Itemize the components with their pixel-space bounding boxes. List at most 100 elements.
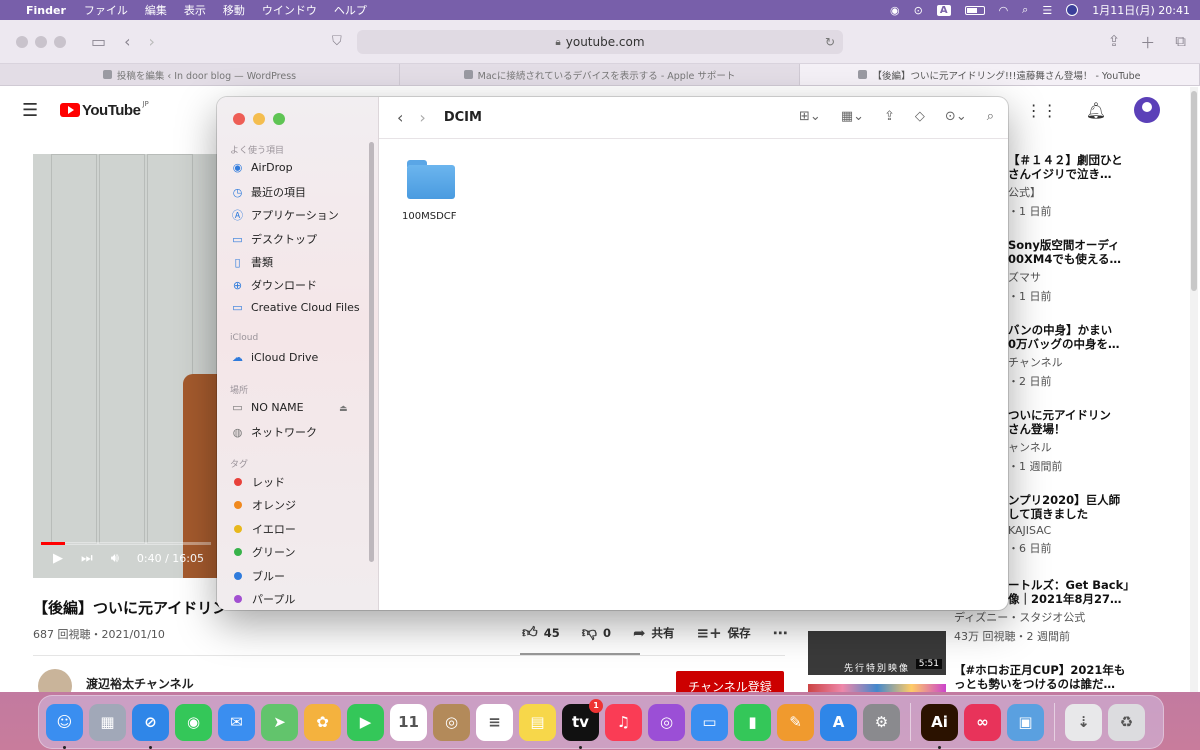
related-video-item[interactable]: Sony版空間オーディ 00XM4でも使える… ズマサ ・1 日前: [1008, 238, 1168, 304]
wifi-icon[interactable]: ◠: [999, 4, 1009, 17]
dock-notes-icon[interactable]: ▤: [519, 703, 556, 741]
creative-cloud-status-icon[interactable]: ◉: [890, 4, 900, 17]
dock-keynote-icon[interactable]: ▭: [691, 703, 728, 741]
tag-icon[interactable]: ◇: [915, 109, 925, 124]
dock-facetime-icon[interactable]: ▶: [347, 703, 384, 741]
dock-finder-icon[interactable]: ☺: [46, 703, 83, 749]
screen-record-icon[interactable]: ⊙: [914, 4, 923, 17]
finder-minimize-button[interactable]: [253, 113, 265, 125]
finder-search-icon[interactable]: ⌕: [987, 109, 994, 124]
sidebar-item-downloads[interactable]: ⊕ ダウンロード: [231, 277, 317, 293]
folder-name[interactable]: 100MSDCF: [402, 211, 457, 222]
new-tab-icon[interactable]: ＋: [1140, 32, 1155, 53]
dislike-button[interactable]: 👎︎ 0: [582, 623, 611, 642]
tab-overview-icon[interactable]: ⧉: [1175, 32, 1186, 53]
sidebar-item-desktop[interactable]: ▭ デスクトップ: [231, 231, 317, 247]
next-icon[interactable]: ⏭: [81, 551, 93, 566]
sidebar-item-documents[interactable]: ▯ 書類: [231, 254, 273, 270]
menu-help[interactable]: ヘルプ: [334, 2, 367, 18]
sidebar-tag-orange[interactable]: オレンジ: [231, 497, 296, 513]
finder-back-icon[interactable]: ‹: [397, 108, 403, 127]
sidebar-toggle-icon[interactable]: ▭: [91, 32, 106, 51]
sidebar-item-creative-cloud[interactable]: ▭ Creative Cloud Files: [231, 301, 359, 314]
address-bar[interactable]: 🔒︎ youtube.com ↻: [357, 30, 843, 54]
user-avatar-icon[interactable]: [1066, 4, 1079, 16]
menu-window[interactable]: ウインドウ: [262, 2, 317, 18]
volume-icon[interactable]: 🔊︎: [111, 551, 119, 566]
sidebar-tag-purple[interactable]: パープル: [231, 591, 295, 607]
related-video-item[interactable]: 【＃１４２】劇団ひと さんイジリで泣き… 公式】 ・1 日前: [1008, 153, 1168, 219]
related-video-item[interactable]: 【#ホロお正月CUP】2021年も っとも勢いをつけるのは誰だ…: [954, 663, 1169, 691]
sidebar-item-applications[interactable]: Ⓐ アプリケーション: [231, 207, 339, 223]
like-button[interactable]: 👍︎ 45: [522, 623, 560, 642]
dock-mail-icon[interactable]: ✉: [218, 703, 255, 741]
dock-preview-icon[interactable]: ▣: [1007, 703, 1044, 741]
sidebar-tag-green[interactable]: グリーン: [231, 544, 295, 560]
menu-view[interactable]: 表示: [184, 2, 206, 18]
control-center-icon[interactable]: ☰: [1042, 4, 1052, 17]
dock-app-store-icon[interactable]: A: [820, 703, 857, 741]
menu-hamburger-icon[interactable]: ☰: [22, 100, 60, 121]
dock-contacts-icon[interactable]: ◎: [433, 703, 470, 741]
input-source-indicator[interactable]: A: [936, 4, 951, 16]
channel-avatar[interactable]: [38, 669, 72, 692]
sidebar-scrollbar[interactable]: [369, 142, 374, 562]
video-player[interactable]: ▶ ⏭ 🔊︎ 0:40 / 16:05: [33, 154, 218, 578]
related-video-item[interactable]: ついに元アイドリン さん登場！ ャンネル ・1 週間前: [1008, 408, 1168, 474]
dock-numbers-icon[interactable]: ▮: [734, 703, 771, 741]
tab-apple-support[interactable]: Macに接続されているデバイスを表示する - Apple サポート: [400, 64, 800, 85]
sidebar-tag-yellow[interactable]: イエロー: [231, 521, 296, 537]
menu-file[interactable]: ファイル: [84, 2, 128, 18]
finder-zoom-button[interactable]: [273, 113, 285, 125]
dock-launchpad-icon[interactable]: ▦: [89, 703, 126, 741]
eject-icon[interactable]: ⏏: [339, 404, 348, 414]
play-icon[interactable]: ▶: [53, 551, 63, 566]
back-icon[interactable]: ‹: [124, 32, 130, 51]
subscribe-button[interactable]: チャンネル登録: [676, 671, 784, 692]
minimize-button[interactable]: [35, 35, 47, 48]
forward-icon[interactable]: ›: [149, 32, 155, 51]
share-button[interactable]: ➦ 共有: [633, 624, 675, 642]
dock-trash-icon[interactable]: ♻: [1108, 703, 1145, 741]
action-menu-icon[interactable]: ⊙⌄: [945, 109, 967, 124]
finder-close-button[interactable]: [233, 113, 245, 125]
share-icon[interactable]: ⇪: [1108, 32, 1121, 53]
dock-calendar-icon[interactable]: 11: [390, 703, 427, 741]
sidebar-item-airdrop[interactable]: ◉ AirDrop: [231, 161, 293, 174]
menu-app-name[interactable]: Finder: [26, 4, 66, 17]
related-video-item[interactable]: バンの中身】かまい 0万バッグの中身を… チャンネル ・2 日前: [1008, 323, 1168, 389]
tab-wordpress[interactable]: 投稿を編集 ‹ In door blog — WordPress: [0, 64, 400, 85]
dock-creative-cloud-icon[interactable]: ∞: [964, 703, 1001, 741]
menu-go[interactable]: 移動: [223, 2, 245, 18]
dock-safari-icon[interactable]: ⊘: [132, 703, 169, 749]
dock-pages-icon[interactable]: ✎: [777, 703, 814, 741]
related-video-thumbnail[interactable]: 先行特別映像 5:51: [808, 631, 946, 675]
dock-messages-icon[interactable]: ◉: [175, 703, 212, 741]
close-button[interactable]: [16, 35, 28, 48]
dock-downloads-stack-icon[interactable]: ⇣: [1065, 703, 1102, 741]
dock-illustrator-icon[interactable]: Ai: [921, 703, 958, 749]
youtube-logo[interactable]: YouTube JP: [60, 100, 149, 119]
reload-icon[interactable]: ↻: [825, 35, 835, 49]
spotlight-search-icon[interactable]: ⌕: [1022, 3, 1028, 17]
finder-share-icon[interactable]: ⇪: [884, 109, 895, 124]
sidebar-tag-blue[interactable]: ブルー: [231, 568, 285, 584]
menu-edit[interactable]: 編集: [145, 2, 167, 18]
menu-clock[interactable]: 1月11日(月) 20:41: [1092, 2, 1190, 18]
dock-reminders-icon[interactable]: ≡: [476, 703, 513, 741]
dock-podcasts-icon[interactable]: ◎: [648, 703, 685, 741]
view-icons-icon[interactable]: ⊞⌄: [799, 109, 821, 124]
sidebar-item-icloud-drive[interactable]: ☁ iCloud Drive: [231, 351, 318, 364]
dock-apple-tv-icon[interactable]: tv 1: [562, 698, 603, 749]
sidebar-item-network[interactable]: ◍ ネットワーク: [231, 424, 317, 440]
battery-icon[interactable]: [964, 5, 985, 15]
page-scrollbar-thumb[interactable]: [1191, 91, 1197, 291]
dock-photos-icon[interactable]: ✿: [304, 703, 341, 741]
related-video-thumbnail[interactable]: [808, 684, 946, 692]
zoom-button[interactable]: [54, 35, 66, 48]
privacy-shield-icon[interactable]: ⛉: [332, 34, 342, 49]
save-button[interactable]: ≡+ 保存: [697, 624, 751, 642]
related-video-item[interactable]: ンプリ2020】巨人師 して頂きました KAJISAC ・6 日前: [1008, 493, 1168, 556]
group-view-icon[interactable]: ▦⌄: [841, 109, 864, 124]
video-progress-bar[interactable]: [41, 542, 211, 545]
